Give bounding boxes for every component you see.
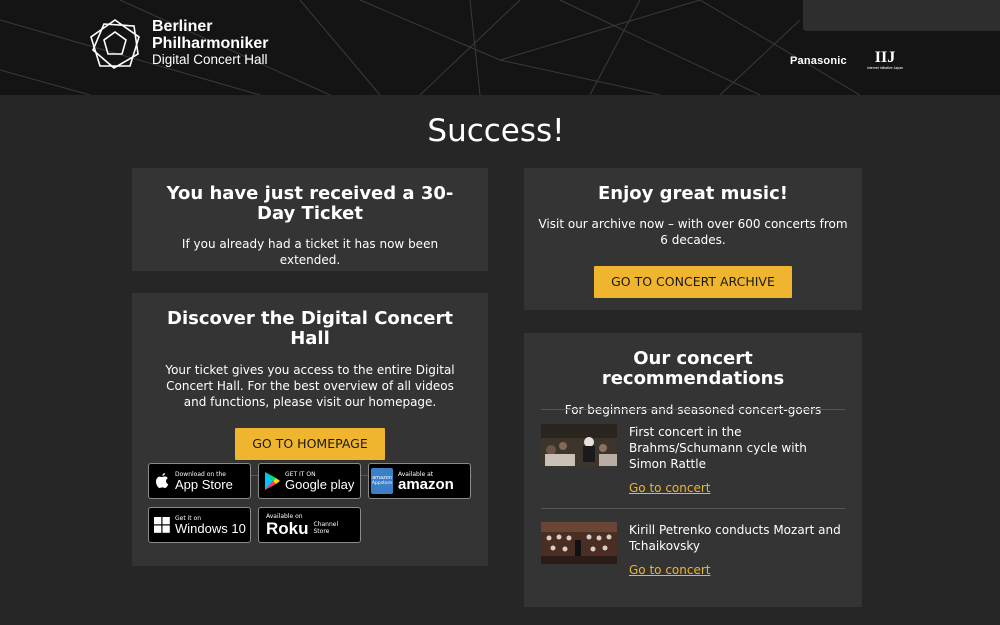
recommendations-panel: Our concert recommendations For beginner… bbox=[524, 333, 862, 607]
google-play-badge[interactable]: GET IT ON Google play bbox=[258, 463, 361, 499]
roku-badge-side: Channel Store bbox=[313, 521, 339, 535]
discover-panel: Discover the Digital Concert Hall Your t… bbox=[132, 293, 488, 566]
windows-badge-big: Windows 10 bbox=[175, 520, 246, 536]
app-store-badge-big: App Store bbox=[175, 476, 233, 492]
recommendation-title-1: First concert in the Brahms/Schumann cyc… bbox=[629, 425, 807, 471]
site-header: Berliner Philharmoniker Digital Concert … bbox=[0, 0, 1000, 95]
google-play-badge-big: Google play bbox=[285, 476, 355, 492]
site-logo[interactable]: Berliner Philharmoniker Digital Concert … bbox=[88, 18, 268, 70]
windows-store-badge[interactable]: Get it on Windows 10 bbox=[148, 507, 251, 543]
concert-thumbnail-2[interactable] bbox=[541, 522, 617, 564]
recommendation-title-2: Kirill Petrenko conducts Mozart and Tcha… bbox=[629, 523, 841, 553]
recommendation-item: Kirill Petrenko conducts Mozart and Tcha… bbox=[541, 519, 845, 589]
app-store-badge[interactable]: Download on the App Store bbox=[148, 463, 251, 499]
ticket-panel-title: You have just received a 30-Day Ticket bbox=[166, 183, 454, 224]
iij-logo[interactable]: IIJ Internet Initiative Japan bbox=[865, 50, 905, 71]
ticket-panel: You have just received a 30-Day Ticket I… bbox=[132, 168, 488, 271]
recommendations-divider-2 bbox=[541, 508, 845, 509]
discover-panel-text: Your ticket gives you access to the enti… bbox=[165, 363, 455, 409]
roku-logo: Roku bbox=[266, 519, 309, 538]
recommendations-divider-1 bbox=[541, 409, 845, 410]
logo-line-3: Digital Concert Hall bbox=[152, 52, 268, 67]
logo-line-1: Berliner bbox=[152, 18, 213, 35]
amazon-badge-big: amazon bbox=[398, 475, 454, 493]
google-play-icon bbox=[265, 472, 280, 490]
iij-logo-subtext: Internet Initiative Japan bbox=[866, 66, 904, 70]
recommendation-item: First concert in the Brahms/Schumann cyc… bbox=[541, 421, 845, 501]
panasonic-logo[interactable]: Panasonic bbox=[790, 55, 847, 67]
music-panel-title: Enjoy great music! bbox=[598, 183, 788, 204]
amazon-appstore-icon: amazon Appstore bbox=[371, 468, 393, 494]
page-title: Success! bbox=[427, 113, 565, 149]
header-top-right-panel bbox=[803, 0, 1000, 31]
pentagon-logo-icon bbox=[90, 19, 140, 69]
ticket-panel-text: If you already had a ticket it has now b… bbox=[181, 237, 439, 267]
amazon-appstore-icon-bottom: Appstore bbox=[371, 481, 393, 486]
music-panel: Enjoy great music! Visit our archive now… bbox=[524, 168, 862, 310]
iij-logo-text: IIJ bbox=[874, 49, 896, 66]
logo-line-2: Philharmoniker bbox=[152, 35, 269, 52]
concert-thumbnail-1[interactable] bbox=[541, 424, 617, 466]
go-to-concert-archive-button[interactable]: GO TO CONCERT ARCHIVE bbox=[594, 266, 792, 298]
roku-channel-store-badge[interactable]: Available on Roku Channel Store bbox=[258, 507, 361, 543]
discover-panel-title: Discover the Digital Concert Hall bbox=[167, 308, 453, 349]
apple-icon bbox=[156, 473, 169, 488]
amazon-appstore-badge[interactable]: amazon Appstore Available at amazon bbox=[368, 463, 471, 499]
recommendations-subtitle: For beginners and seasoned concert-goers bbox=[564, 403, 822, 417]
go-to-homepage-button[interactable]: GO TO HOMEPAGE bbox=[235, 428, 385, 460]
go-to-concert-link-1[interactable]: Go to concert bbox=[629, 480, 710, 496]
recommendations-title: Our concert recommendations bbox=[601, 348, 785, 389]
go-to-concert-link-2[interactable]: Go to concert bbox=[629, 562, 710, 578]
windows-icon bbox=[154, 517, 170, 533]
music-panel-text: Visit our archive now – with over 600 co… bbox=[538, 217, 848, 247]
